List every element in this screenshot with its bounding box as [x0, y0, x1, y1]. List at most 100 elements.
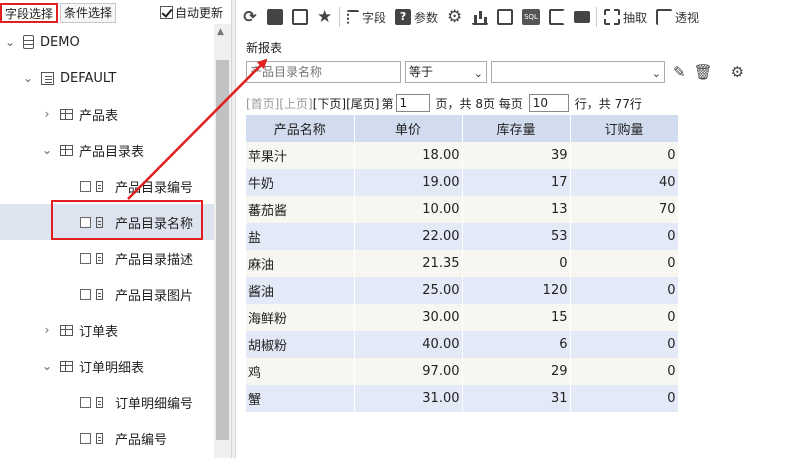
table-cell: 15 [462, 304, 571, 331]
table-cell: 麻油 [246, 250, 355, 277]
field-checkbox[interactable] [80, 396, 91, 408]
table-icon [60, 360, 73, 372]
params-button-label: 参数 [414, 10, 439, 25]
params-button[interactable]: ? 参数 [395, 5, 438, 29]
tree-node-product-table[interactable]: › 产品表 [0, 96, 214, 132]
field-icon [96, 432, 103, 444]
field-tree: ⌄ DEMO ⌄ DEFAULT › 产品表 ⌄ 产品目录表 产品目录编号 产品… [0, 24, 214, 458]
table-cell: 蟹 [246, 385, 355, 412]
column-header[interactable]: 单价 [354, 115, 463, 142]
auto-update-checkbox[interactable] [160, 5, 174, 19]
edit-pencil-icon[interactable]: ✎ [673, 63, 686, 81]
table-cell: 31 [462, 385, 571, 412]
tree-node-order-table[interactable]: › 订单表 [0, 312, 214, 348]
settings-button[interactable]: ⚙ [447, 5, 463, 29]
sql-button[interactable]: SQL [522, 5, 541, 29]
tree-leaf-catalog-image[interactable]: 产品目录图片 [0, 276, 214, 312]
auto-update-toggle[interactable]: 自动更新 [160, 4, 223, 21]
panel-splitter[interactable] [232, 0, 236, 458]
table-cell: 19.00 [354, 169, 463, 196]
chevron-down-icon[interactable]: ⌄ [21, 71, 35, 85]
left-tab-bar: 字段选择 条件选择 自动更新 [0, 0, 232, 24]
pivot-icon [656, 9, 673, 25]
favorite-star-icon: ★ [317, 7, 333, 27]
table-cell: 盐 [246, 223, 355, 250]
refresh-button[interactable]: ⟳ [242, 5, 258, 29]
table-cell: 97.00 [354, 358, 463, 385]
scroll-up-icon[interactable]: ▲ [217, 27, 224, 37]
page-size-input[interactable]: 10 [528, 94, 569, 112]
page-number-input[interactable]: 1 [395, 94, 430, 112]
scrollbar-thumb[interactable] [216, 60, 229, 440]
layout-button[interactable] [497, 5, 514, 29]
tree-node-label: 产品目录图片 [115, 288, 194, 304]
gear-icon[interactable]: ⚙ [731, 63, 744, 81]
chevron-right-icon[interactable]: › [40, 107, 54, 121]
save-button[interactable] [267, 5, 283, 29]
table-cell: 0 [570, 385, 679, 412]
pivot-button[interactable]: 透视 [656, 5, 699, 29]
tree-node-label: 订单表 [79, 324, 119, 340]
tree-node-label: 产品目录名称 [115, 216, 194, 232]
chevron-right-icon[interactable]: › [40, 323, 54, 337]
table-row: 蕃茄酱 10.00 13 70 [246, 196, 679, 223]
table-row: 麻油 21.35 0 0 [246, 250, 679, 277]
filter-operator-select[interactable]: 等于 ⌄ [405, 61, 487, 83]
favorite-button[interactable]: ★ [317, 5, 333, 29]
chevron-down-icon[interactable]: ⌄ [40, 359, 54, 373]
fields-button-label: 字段 [362, 10, 387, 25]
pager-prev[interactable]: [上页] [279, 95, 312, 112]
tree-node-label: 产品表 [79, 108, 119, 124]
chevron-down-icon[interactable]: ⌄ [40, 143, 54, 157]
save-as-icon [292, 9, 308, 25]
table-row: 牛奶 19.00 17 40 [246, 169, 679, 196]
tree-leaf-catalog-desc[interactable]: 产品目录描述 [0, 240, 214, 276]
filter-operator-value: 等于 [409, 65, 434, 79]
export-icon [549, 9, 566, 25]
save-as-button[interactable] [292, 5, 308, 29]
field-checkbox[interactable] [80, 216, 91, 228]
tree-node-demo[interactable]: ⌄ DEMO [0, 24, 214, 60]
tree-node-order-detail-table[interactable]: ⌄ 订单明细表 [0, 348, 214, 384]
tree-scrollbar[interactable]: ▲ [214, 24, 231, 458]
tree-leaf-order-detail-id[interactable]: 订单明细编号 [0, 384, 214, 420]
field-checkbox[interactable] [80, 252, 91, 264]
table-cell: 0 [570, 304, 679, 331]
tree-leaf-catalog-id[interactable]: 产品目录编号 [0, 168, 214, 204]
tree-node-label: DEMO [40, 34, 80, 50]
field-panel: 字段选择 条件选择 自动更新 ⌄ DEMO ⌄ DEFAULT › 产品表 ⌄ [0, 0, 232, 458]
column-header[interactable]: 库存量 [462, 115, 571, 142]
export-button[interactable] [549, 5, 566, 29]
table-cell: 海鲜粉 [246, 304, 355, 331]
trash-icon[interactable]: 🗑 [694, 63, 713, 81]
chevron-down-icon: ⌄ [651, 67, 661, 80]
print-button[interactable] [574, 5, 591, 29]
pager-last[interactable]: [尾页] [346, 95, 379, 112]
tree-node-label: 产品编号 [115, 432, 168, 448]
column-header[interactable]: 产品名称 [246, 115, 355, 142]
chart-button[interactable] [472, 5, 489, 29]
tab-field-select[interactable]: 字段选择 [0, 3, 59, 23]
extract-button[interactable]: 抽取 [604, 5, 647, 29]
chevron-down-icon[interactable]: ⌄ [3, 35, 17, 49]
column-header[interactable]: 订购量 [570, 115, 679, 142]
extract-button-label: 抽取 [623, 10, 648, 25]
filter-field-input[interactable] [246, 61, 401, 83]
layout-icon [497, 9, 514, 25]
tree-leaf-product-id[interactable]: 产品编号 [0, 420, 214, 456]
filter-value-select[interactable]: ⌄ [491, 61, 665, 83]
table-body: 苹果汁 18.00 39 0 牛奶 19.00 17 40 蕃茄酱 10.00 13 70 盐 22.00… [246, 142, 679, 412]
fields-button[interactable]: 字段 [347, 5, 386, 29]
pager-row-suffix: 行，共 77行 [574, 96, 642, 111]
pager-first[interactable]: [首页] [246, 95, 279, 112]
field-checkbox[interactable] [80, 288, 91, 300]
field-checkbox[interactable] [80, 432, 91, 444]
table-cell: 30.00 [354, 304, 463, 331]
tree-node-catalog-table[interactable]: ⌄ 产品目录表 [0, 132, 214, 168]
tree-node-default[interactable]: ⌄ DEFAULT [0, 60, 214, 96]
field-checkbox[interactable] [80, 180, 91, 192]
pager-next[interactable]: [下页] [313, 95, 346, 112]
table-row: 海鲜粉 30.00 15 0 [246, 304, 679, 331]
tab-condition-select[interactable]: 条件选择 [60, 3, 117, 23]
tree-leaf-catalog-name[interactable]: 产品目录名称 [0, 204, 214, 240]
